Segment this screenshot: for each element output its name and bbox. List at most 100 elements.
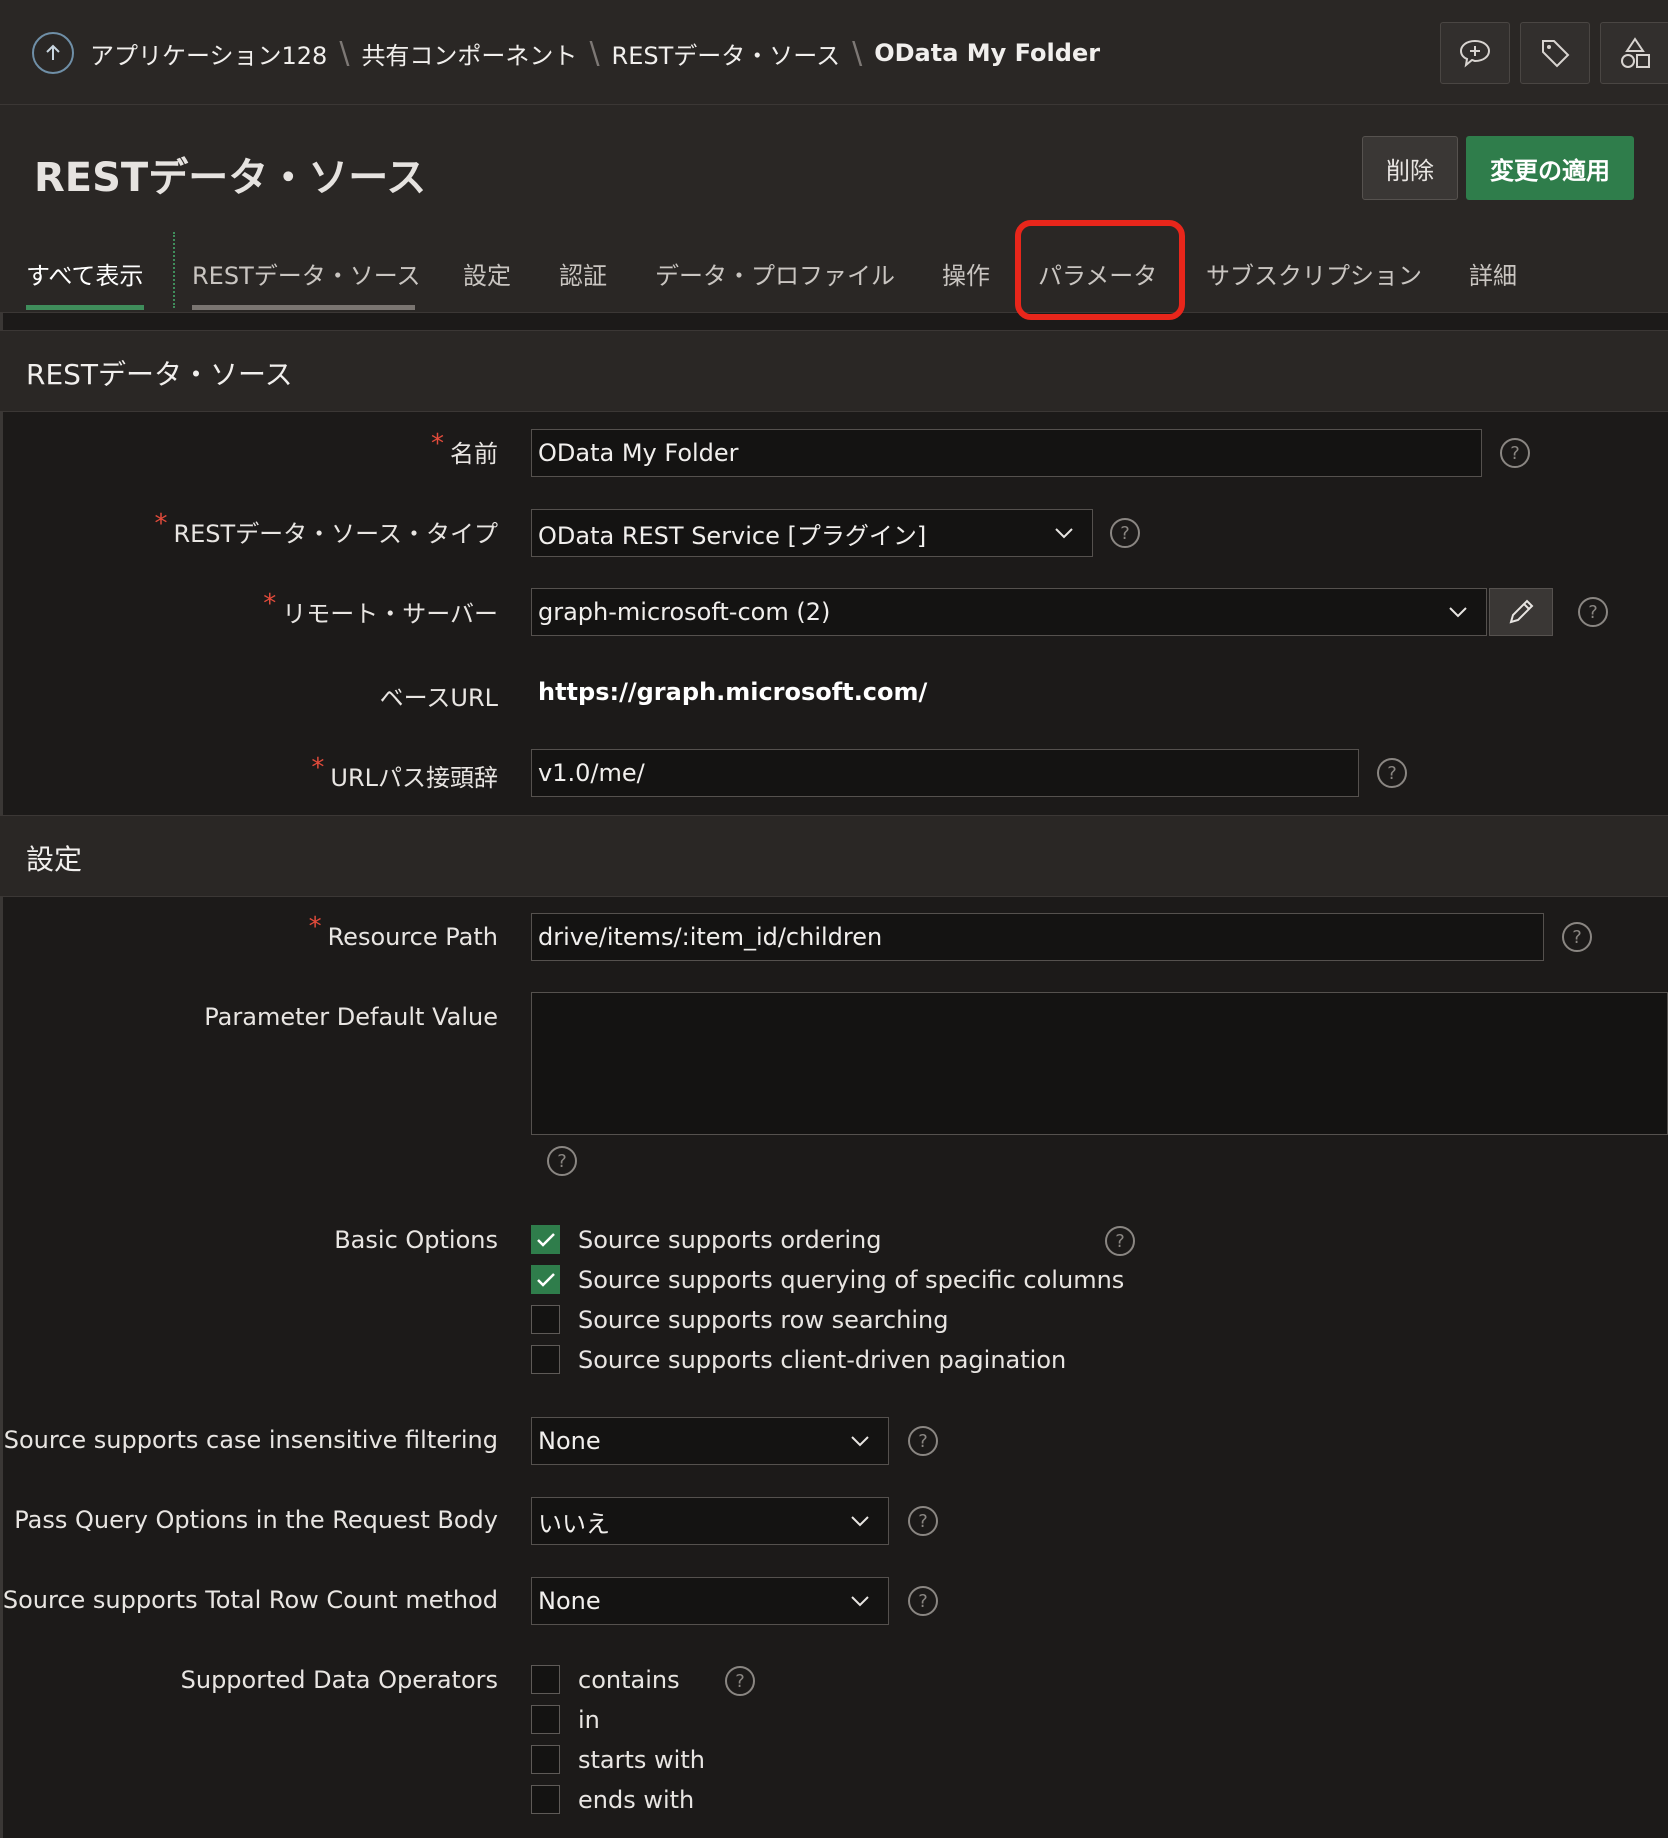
breadcrumb-shared-components[interactable]: 共有コンポーネント	[361, 36, 577, 71]
required-icon: *	[263, 589, 277, 619]
section-header-rest: RESTデータ・ソース	[0, 330, 1668, 412]
checkbox-unchecked[interactable]	[531, 1665, 560, 1694]
operator-ends-with[interactable]: ends with	[531, 1785, 694, 1814]
checkbox-unchecked[interactable]	[531, 1305, 560, 1334]
top-bar: アプリケーション128 \ 共有コンポーネント \ RESTデータ・ソース \ …	[0, 0, 1668, 105]
help-icon[interactable]: ?	[1578, 597, 1608, 627]
shapes-icon	[1621, 37, 1650, 68]
operator-contains[interactable]: contains	[531, 1665, 680, 1694]
operator-in[interactable]: in	[531, 1705, 600, 1734]
checkbox-unchecked[interactable]	[531, 1745, 560, 1774]
delete-button[interactable]: 削除	[1362, 136, 1458, 200]
chevron-down-icon	[851, 1596, 869, 1607]
case-filter-select[interactable]: None	[531, 1417, 889, 1465]
operator-label: starts with	[578, 1745, 705, 1774]
help-icon[interactable]: ?	[725, 1666, 755, 1696]
option-pagination[interactable]: Source supports client-driven pagination	[531, 1345, 1066, 1374]
remote-server-select[interactable]: graph-microsoft-com (2)	[531, 588, 1487, 636]
up-arrow-icon[interactable]	[32, 32, 74, 74]
required-icon: *	[311, 753, 325, 783]
section-title-settings: 設定	[26, 843, 83, 876]
checkbox-unchecked[interactable]	[531, 1785, 560, 1814]
help-icon[interactable]: ?	[1377, 758, 1407, 788]
tab-subscriptions[interactable]: サブスクリプション	[1206, 256, 1422, 291]
option-specific-columns[interactable]: Source supports querying of specific col…	[531, 1265, 1124, 1294]
shortcut-button[interactable]	[1520, 22, 1590, 84]
base-url-value: https://graph.microsoft.com/	[538, 678, 928, 706]
chevron-down-icon	[851, 1516, 869, 1527]
current-tab-indicator	[192, 305, 415, 310]
breadcrumb-separator: \	[589, 35, 600, 71]
type-label: * RESTデータ・ソース・タイプ	[154, 509, 498, 548]
breadcrumb-rest-sources[interactable]: RESTデータ・ソース	[612, 36, 841, 71]
comment-add-button[interactable]	[1440, 22, 1510, 84]
name-label: * 名前	[431, 429, 498, 468]
option-row-searching[interactable]: Source supports row searching	[531, 1305, 948, 1334]
chevron-down-icon	[1449, 607, 1467, 618]
param-default-label: Parameter Default Value	[204, 1003, 498, 1031]
total-count-select[interactable]: None	[531, 1577, 889, 1625]
operator-label: ends with	[578, 1785, 695, 1814]
url-prefix-label: * URLパス接頭辞	[311, 753, 498, 792]
page-header: RESTデータ・ソース 削除 変更の適用	[0, 105, 1668, 230]
help-icon[interactable]: ?	[1500, 438, 1530, 468]
query-body-select[interactable]: いいえ	[531, 1497, 889, 1545]
pencil-icon	[1509, 599, 1534, 624]
base-url-label: ベースURL	[379, 684, 498, 712]
case-filter-label: Source supports case insensitive filteri…	[3, 1426, 498, 1454]
required-icon: *	[308, 912, 322, 942]
tab-settings[interactable]: 設定	[463, 256, 511, 291]
help-icon[interactable]: ?	[1562, 922, 1592, 952]
breadcrumb-app[interactable]: アプリケーション128	[90, 36, 327, 71]
tab-data-profile[interactable]: データ・プロファイル	[655, 256, 895, 291]
apply-changes-button[interactable]: 変更の適用	[1466, 136, 1634, 200]
help-icon[interactable]: ?	[908, 1426, 938, 1456]
required-icon: *	[431, 429, 444, 459]
tab-authentication[interactable]: 認証	[559, 256, 607, 291]
tab-bar: すべて表示 RESTデータ・ソース 設定 認証 データ・プロファイル 操作 パラ…	[0, 230, 1668, 313]
option-ordering[interactable]: Source supports ordering	[531, 1225, 881, 1254]
tab-divider	[173, 232, 175, 308]
check-icon	[536, 1232, 555, 1247]
url-prefix-field[interactable]: v1.0/me/	[531, 749, 1359, 797]
checkbox-checked[interactable]	[531, 1225, 560, 1254]
total-count-label: Source supports Total Row Count method	[2, 1586, 498, 1614]
page-title: RESTデータ・ソース	[34, 155, 427, 201]
tab-rest-data-source[interactable]: RESTデータ・ソース	[192, 256, 421, 291]
data-operators-label: Supported Data Operators	[180, 1666, 498, 1694]
tab-details[interactable]: 詳細	[1469, 256, 1517, 291]
breadcrumb: アプリケーション128 \ 共有コンポーネント \ RESTデータ・ソース \ …	[32, 32, 1100, 74]
breadcrumb-current: OData My Folder	[874, 39, 1101, 67]
help-icon[interactable]: ?	[547, 1146, 577, 1176]
help-icon[interactable]: ?	[1110, 518, 1140, 548]
name-field[interactable]: OData My Folder	[531, 429, 1482, 477]
checkbox-checked[interactable]	[531, 1265, 560, 1294]
operator-starts-with[interactable]: starts with	[531, 1745, 705, 1774]
active-tab-indicator	[26, 305, 144, 310]
resource-path-label: * Resource Path	[308, 912, 498, 951]
operator-label: contains	[578, 1665, 680, 1694]
comment-add-icon	[1459, 39, 1491, 68]
resource-path-field[interactable]: drive/items/:item_id/children	[531, 913, 1544, 961]
breadcrumb-separator: \	[339, 35, 350, 71]
chevron-down-icon	[1055, 528, 1073, 539]
option-label: Source supports row searching	[578, 1305, 949, 1334]
option-label: Source supports ordering	[578, 1225, 882, 1254]
tab-operations[interactable]: 操作	[942, 256, 990, 291]
checkbox-unchecked[interactable]	[531, 1705, 560, 1734]
param-default-textarea[interactable]	[531, 992, 1668, 1135]
tab-show-all[interactable]: すべて表示	[26, 256, 143, 291]
option-label: Source supports querying of specific col…	[578, 1265, 1125, 1294]
checkbox-unchecked[interactable]	[531, 1345, 560, 1374]
help-icon[interactable]: ?	[1105, 1226, 1135, 1256]
operator-label: in	[578, 1705, 600, 1734]
required-icon: *	[154, 509, 168, 539]
help-icon[interactable]: ?	[908, 1506, 938, 1536]
section-header-settings: 設定	[0, 815, 1668, 897]
type-select[interactable]: OData REST Service [プラグイン]	[531, 509, 1093, 557]
option-label: Source supports client-driven pagination	[578, 1345, 1067, 1374]
edit-server-button[interactable]	[1489, 588, 1553, 636]
shared-components-button[interactable]	[1600, 22, 1668, 84]
section-title-rest: RESTデータ・ソース	[26, 358, 293, 391]
help-icon[interactable]: ?	[908, 1586, 938, 1616]
